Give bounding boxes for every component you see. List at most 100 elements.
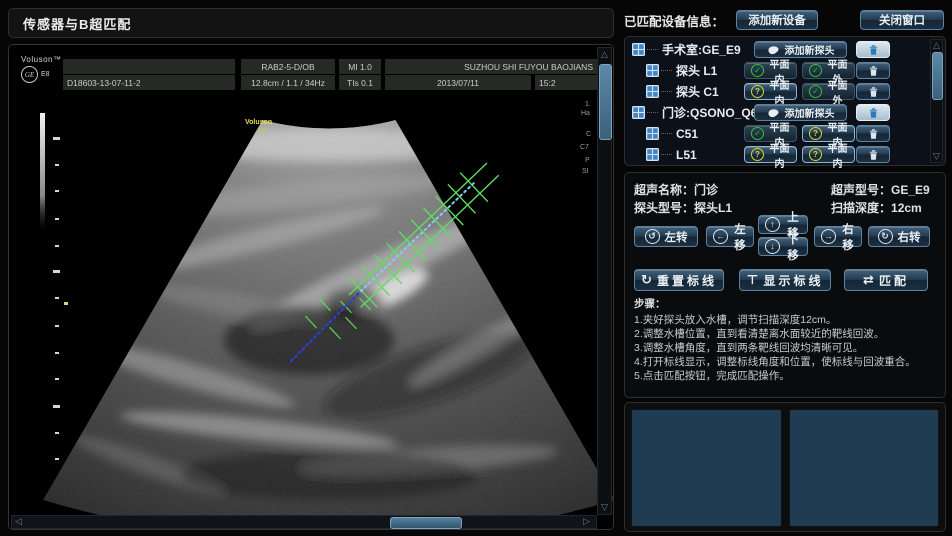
- side-annotation: C7: [580, 144, 589, 151]
- scroll-up-icon[interactable]: △: [930, 39, 943, 52]
- rotate-right-button[interactable]: ↻ 右转: [868, 226, 930, 247]
- side-annotation: C: [586, 131, 591, 138]
- grid-icon: [632, 43, 645, 56]
- reset-line-button[interactable]: ↻ 重置标线: [634, 269, 724, 291]
- svg-text:E8: E8: [259, 128, 267, 134]
- horizontal-scroll-thumb[interactable]: [390, 517, 462, 529]
- rotate-left-label: 左转: [665, 229, 688, 245]
- trash-icon: [868, 86, 879, 98]
- camera-view-panel: [624, 402, 946, 532]
- delete-device-button[interactable]: [856, 41, 890, 58]
- tree-item-label: 门诊:QSONO_Q6: [662, 104, 757, 121]
- match-control-panel: 超声名称：门诊 超声型号：GE_E9 探头型号：探头L1 扫描深度：12cm ↺…: [624, 172, 946, 398]
- steps-instructions: 步骤： 1.夹好探头放入水槽，调节扫描深度12cm。 2.调整水槽位置，直到看清…: [634, 297, 938, 383]
- scan-depth-row: 扫描深度：12cm: [831, 199, 922, 216]
- ultrasound-image: Voluson E8: [9, 45, 613, 530]
- probe-model-label: 探头型号：: [634, 201, 694, 215]
- ultrasound-name-label: 超声名称：: [634, 183, 694, 197]
- tree-connector: [661, 133, 672, 134]
- plane-in-status-button[interactable]: ? 平面内: [802, 146, 855, 163]
- grid-icon: [646, 148, 659, 161]
- plane-in-status-button[interactable]: ? 平面内: [744, 83, 797, 100]
- scroll-up-icon[interactable]: △: [598, 48, 611, 61]
- trash-icon: [868, 65, 879, 77]
- ultrasound-viewport[interactable]: Voluson E8: [8, 44, 614, 530]
- close-window-button[interactable]: 关闭窗口: [860, 10, 944, 30]
- tree-item-label: C51: [676, 127, 698, 141]
- scroll-down-icon[interactable]: ▽: [598, 501, 611, 514]
- plane-in-status-button[interactable]: ? 平面内: [744, 146, 797, 163]
- plane-status-label: 平面内: [827, 140, 848, 170]
- tree-scrollbar[interactable]: △ ▽: [930, 39, 943, 163]
- brand-model: E8: [41, 71, 50, 78]
- status-question-icon: ?: [809, 148, 822, 161]
- side-annotation: 1.: [585, 101, 591, 108]
- rotate-right-icon: ↻: [878, 229, 893, 244]
- arrow-up-icon: ↑: [765, 217, 780, 232]
- grid-icon: [646, 127, 659, 140]
- move-left-button[interactable]: ← 左移: [706, 226, 754, 247]
- step-item: 5.点击匹配按钮，完成匹配操作。: [634, 369, 938, 383]
- tree-item-label: 探头 C1: [676, 83, 719, 100]
- matched-device-tree: 手术室:GE_E9 添加新探头 探头 L1 ✓ 平面内 ✓ 平面外: [624, 36, 946, 166]
- arrow-left-icon: ←: [713, 229, 728, 244]
- rotate-left-button[interactable]: ↺ 左转: [634, 226, 698, 247]
- delete-device-button[interactable]: [856, 104, 890, 121]
- date-segment: 2013/07/11: [385, 75, 531, 90]
- ge-logo-icon: GE: [21, 66, 38, 83]
- ultrasound-name-value: 门诊: [694, 183, 718, 197]
- tree-connector: [647, 49, 658, 50]
- scroll-left-icon[interactable]: ◁: [12, 516, 25, 529]
- vertical-scrollbar[interactable]: △ ▽: [597, 47, 612, 515]
- brand-name: Voluson™: [21, 55, 61, 64]
- grid-icon: [646, 64, 659, 77]
- grid-icon: [646, 85, 659, 98]
- scan-depth-value: 12cm: [891, 201, 922, 215]
- sensor-bscan-match-window: 传感器与B超匹配: [0, 0, 952, 536]
- match-button[interactable]: ⇄ 匹配: [844, 269, 928, 291]
- step-item: 2.调整水槽位置，直到看清楚离水面较近的靶线回波。: [634, 327, 938, 341]
- mi-segment: MI 1.0: [339, 59, 381, 74]
- patient-id-segment: D18603-13-07-11-2: [63, 75, 235, 90]
- reset-icon: ↻: [641, 272, 652, 288]
- tree-row-probe[interactable]: 探头 C1 ? 平面内 ✓ 平面外: [625, 81, 945, 102]
- delete-probe-button[interactable]: [856, 83, 890, 100]
- device-panel-title: 已匹配设备信息：: [624, 11, 724, 30]
- camera-view-left: [631, 409, 782, 527]
- tree-connector: [661, 91, 672, 92]
- plane-out-status-button[interactable]: ✓ 平面外: [802, 83, 855, 100]
- tree-connector: [661, 154, 672, 155]
- step-item: 3.调整水槽角度，直到两条靶线回波均清晰可见。: [634, 341, 938, 355]
- show-line-button[interactable]: ⊤ 显示标线: [739, 269, 831, 291]
- shuffle-icon: ⇄: [863, 272, 874, 288]
- tree-scroll-thumb[interactable]: [932, 52, 943, 100]
- show-line-label: 显示标线: [763, 272, 823, 289]
- scroll-down-icon[interactable]: ▽: [930, 150, 943, 163]
- step-item: 1.夹好探头放入水槽，调节扫描深度12cm。: [634, 313, 938, 327]
- delete-probe-button[interactable]: [856, 146, 890, 163]
- status-question-icon: ?: [751, 85, 764, 98]
- vertical-scroll-thumb[interactable]: [599, 64, 612, 140]
- plane-status-label: 平面内: [769, 140, 790, 170]
- rotate-right-label: 右转: [898, 229, 921, 245]
- ultrasound-model-row: 超声型号：GE_E9: [831, 181, 930, 198]
- tree-row-probe[interactable]: L51 ? 平面内 ? 平面内: [625, 144, 945, 165]
- move-down-button[interactable]: ↓ 下移: [758, 237, 808, 256]
- ultrasound-model-label: 超声型号：: [831, 183, 891, 197]
- arrow-down-icon: ↓: [765, 239, 780, 254]
- scroll-right-icon[interactable]: ▷: [580, 516, 593, 529]
- delete-probe-button[interactable]: [856, 125, 890, 142]
- tis-segment: TIs 0.1: [339, 75, 381, 90]
- time-segment: 15:2: [535, 75, 597, 90]
- move-right-button[interactable]: → 右移: [814, 226, 862, 247]
- steps-title: 步骤：: [634, 297, 938, 311]
- status-ok-icon: ✓: [809, 85, 822, 98]
- add-device-button[interactable]: 添加新设备: [736, 10, 818, 30]
- side-annotation: P: [585, 157, 590, 164]
- probe-icon: [767, 108, 780, 118]
- ultrasound-model-value: GE_E9: [891, 183, 930, 197]
- scan-depth-label: 扫描深度：: [831, 201, 891, 215]
- delete-probe-button[interactable]: [856, 62, 890, 79]
- horizontal-scrollbar[interactable]: ◁ ▷: [11, 515, 597, 529]
- hospital-segment: SUZHOU SHI FUYOU BAOJIANS: [385, 59, 597, 74]
